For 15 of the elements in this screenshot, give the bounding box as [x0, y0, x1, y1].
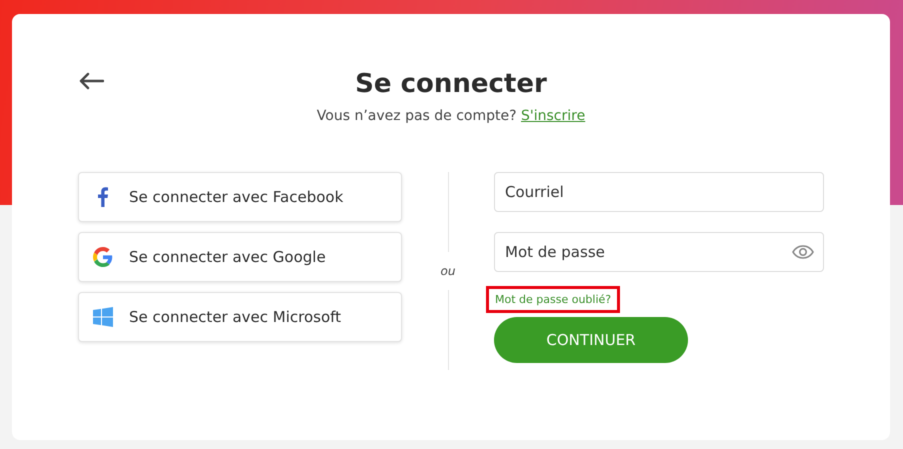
social-login-button[interactable]: Se connecter avec Microsoft: [78, 292, 402, 342]
back-arrow-icon[interactable]: [78, 72, 104, 90]
password-field[interactable]: Mot de passe: [494, 232, 824, 272]
page-title: Se connecter: [355, 68, 547, 100]
eye-icon[interactable]: [792, 245, 814, 259]
separator-text: ou: [440, 263, 456, 280]
social-login-button[interactable]: Se connecter avec Facebook: [78, 172, 402, 222]
forgot-password-link[interactable]: Mot de passe oublié?: [486, 286, 620, 313]
email-field[interactable]: Courriel: [494, 172, 824, 212]
signup-prompt: Vous n’avez pas de compte? S'inscrire: [316, 108, 586, 124]
windows-icon: [93, 307, 113, 327]
google-icon: [93, 247, 113, 267]
continue-button[interactable]: CONTINUER: [494, 317, 688, 363]
signup-link[interactable]: S'inscrire: [521, 108, 586, 124]
social-login-button[interactable]: Se connecter avec Google: [78, 232, 402, 282]
